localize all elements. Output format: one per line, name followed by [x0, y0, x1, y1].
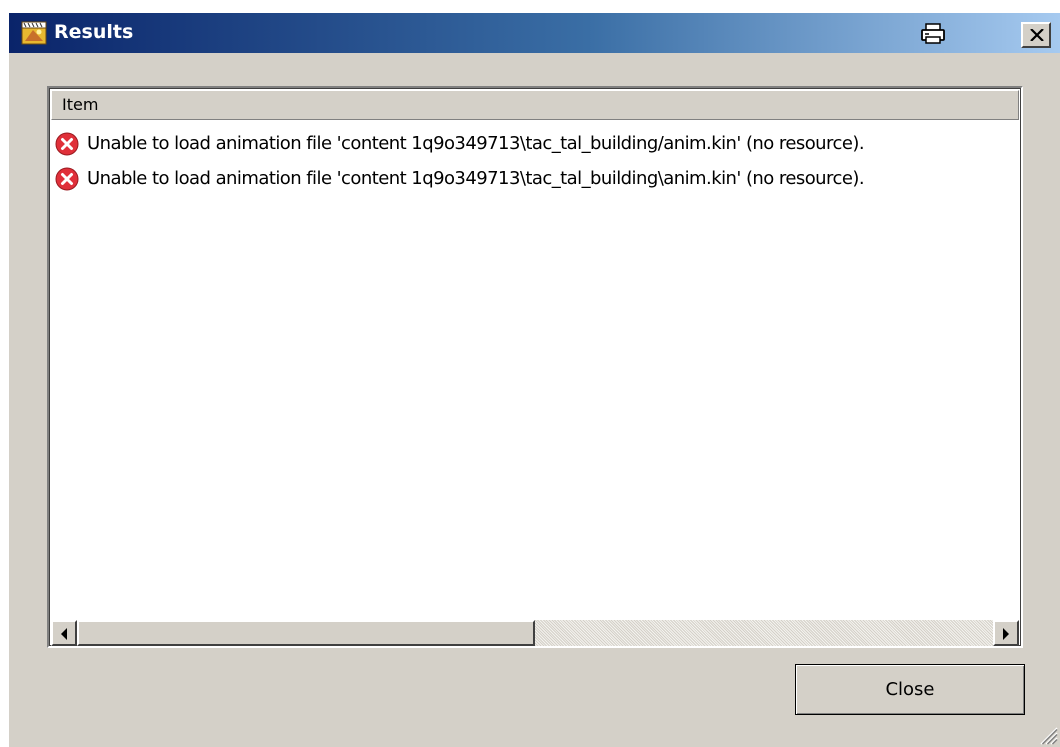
app-icon — [21, 21, 47, 45]
close-button[interactable]: Close — [795, 664, 1025, 715]
arrow-right-icon — [1003, 628, 1009, 640]
column-header-item[interactable]: Item — [51, 90, 1019, 120]
print-icon[interactable] — [920, 23, 946, 45]
error-icon — [55, 132, 79, 156]
results-dialog: Results Item Unable to load animation fi… — [8, 12, 1060, 747]
window-title: Results — [54, 21, 134, 43]
close-icon — [1030, 29, 1044, 41]
list-item-message: Unable to load animation file 'content 1… — [87, 168, 865, 189]
horizontal-scrollbar[interactable] — [51, 620, 1019, 646]
error-icon — [55, 167, 79, 191]
results-list[interactable]: Item Unable to load animation file 'cont… — [47, 86, 1023, 648]
scrollbar-thumb[interactable] — [77, 620, 535, 646]
scroll-right-button[interactable] — [993, 620, 1019, 646]
close-window-button[interactable] — [1021, 22, 1051, 48]
resize-grip-icon[interactable] — [1036, 723, 1058, 745]
arrow-left-icon — [61, 628, 67, 640]
list-item-message: Unable to load animation file 'content 1… — [87, 133, 865, 154]
title-bar[interactable]: Results — [9, 13, 1060, 53]
scroll-left-button[interactable] — [51, 620, 77, 646]
column-header-label: Item — [62, 95, 99, 114]
